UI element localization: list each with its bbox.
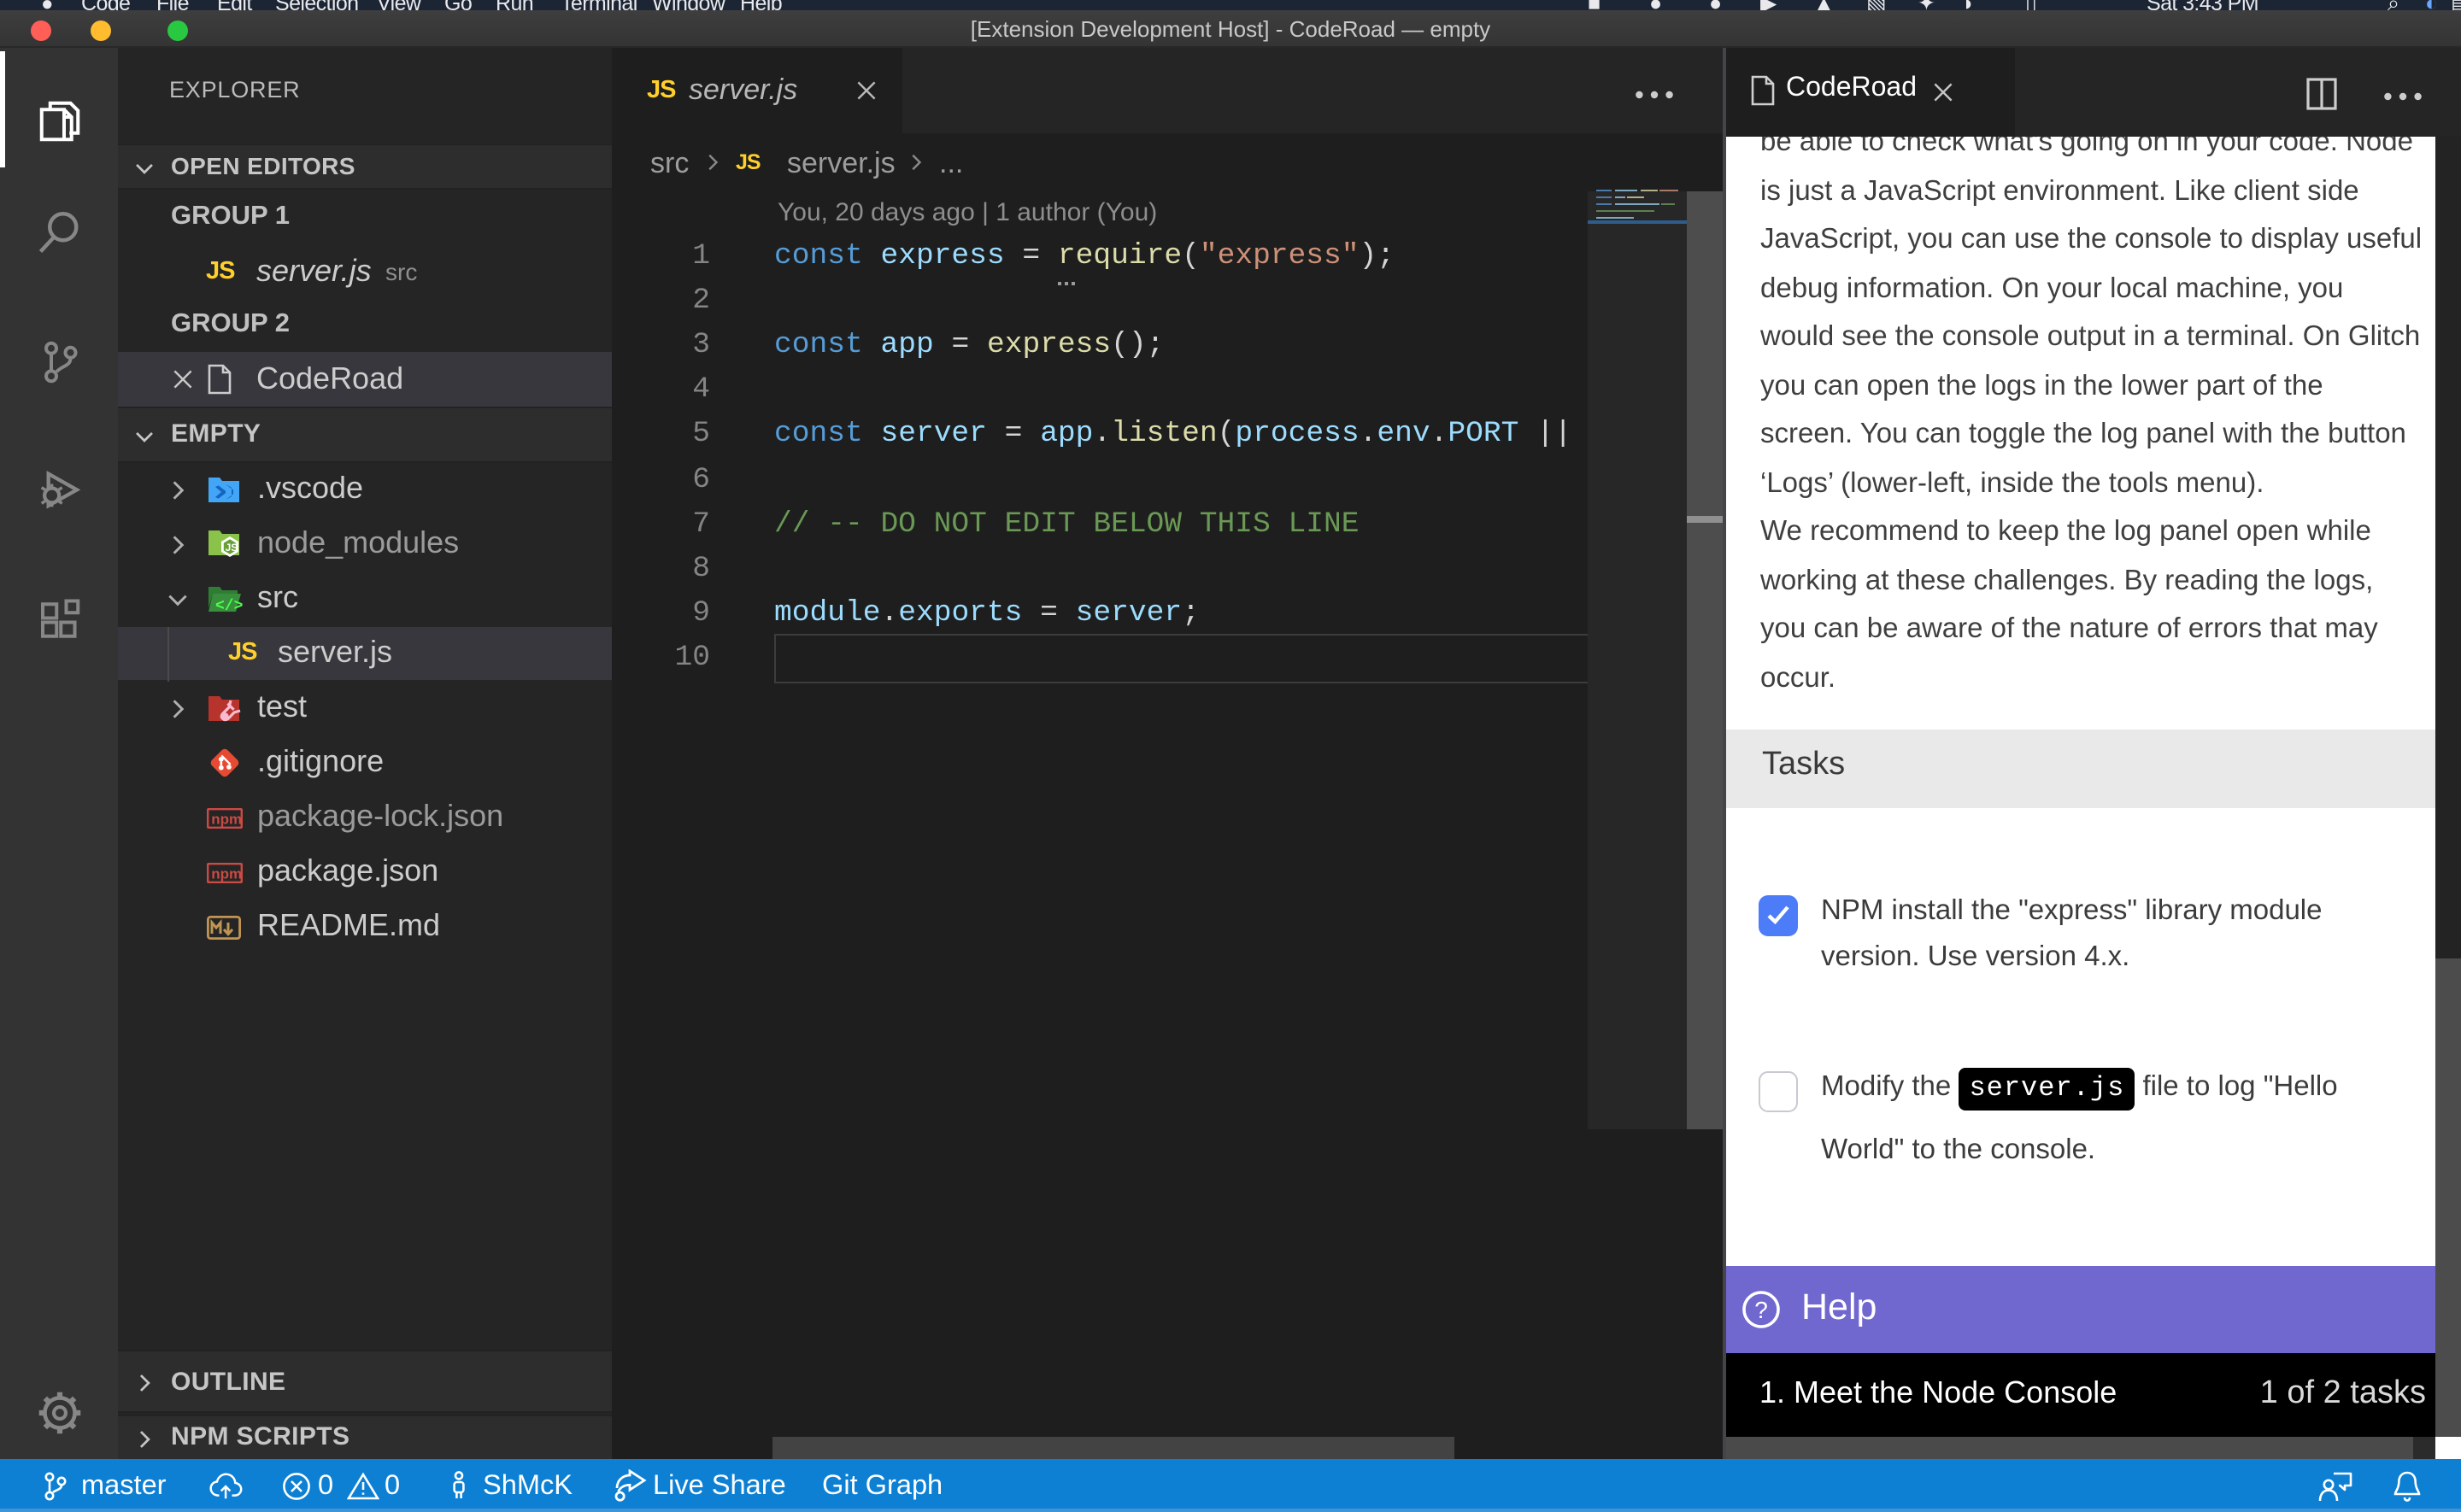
svg-text:npm: npm [211, 864, 242, 881]
svg-text:</>: </> [214, 597, 242, 614]
svg-text:JS: JS [225, 541, 238, 553]
svg-text:?: ? [1754, 1296, 1768, 1322]
svg-text:npm: npm [211, 810, 242, 826]
